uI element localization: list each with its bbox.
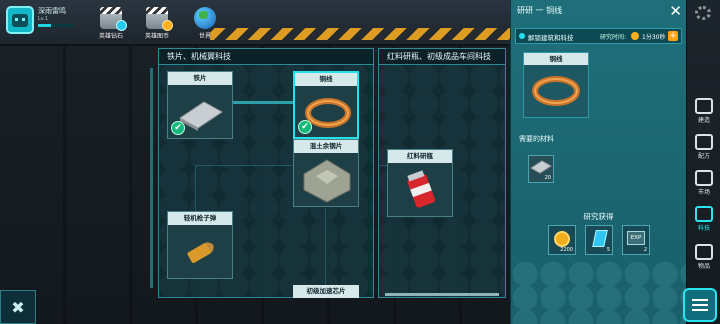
reward-title: 研究获得	[583, 212, 614, 221]
panel-title: 铁片、机械翼科技	[159, 49, 373, 65]
xp-bar	[38, 24, 74, 27]
completed-check-icon: ✔	[171, 121, 185, 135]
close-button[interactable]: ✕	[669, 2, 682, 20]
hazard-stripe	[210, 28, 510, 40]
player-avatar[interactable]	[6, 6, 34, 34]
iron-sheet-icon	[530, 160, 552, 174]
tech-node-accel-chip[interactable]: 初级加速芯片	[293, 285, 359, 299]
main-menu-button[interactable]	[683, 288, 717, 322]
reward-slot-crystal[interactable]: 5	[585, 225, 613, 255]
unlock-bar: 解锁建筑和科技 研究时间: 1分30秒 +	[515, 28, 682, 44]
game-screen: { "player": {"name": "深雨雷鸣", "level": "L…	[0, 0, 720, 324]
nav-tech[interactable]: 科技	[689, 206, 719, 232]
tree-scrollbar[interactable]	[150, 68, 153, 288]
research-time: 1分30秒	[642, 34, 666, 41]
close-icon: ✕	[669, 2, 682, 20]
clock-icon	[631, 32, 639, 40]
recipe-icon	[695, 134, 713, 150]
world-button[interactable]: 世界	[188, 7, 222, 40]
hex-pattern	[511, 262, 686, 324]
tech-panel-red-bottle: 红料研瓶、初级成品车间科技 红料研瓶	[378, 48, 506, 298]
materials-label: 需要的材料	[519, 135, 554, 143]
detail-panel: 研研 一 铜线 ✕ 解锁建筑和科技 研究时间: 1分30秒 + 铜线 需要的材料…	[510, 0, 686, 324]
tech-node-red-bottle[interactable]: 红料研瓶	[387, 149, 453, 217]
nav-recipe[interactable]: 配方	[689, 134, 719, 160]
reward-slot-exp[interactable]: EXP 2	[622, 225, 650, 255]
exp-chip-icon: EXP	[627, 231, 645, 245]
progress-strip	[385, 293, 499, 296]
panel-title: 红料研瓶、初级成品车间科技	[379, 49, 505, 65]
concrete-plate-icon	[300, 156, 352, 203]
selected-item-card: 铜线	[523, 52, 589, 118]
tech-node-copper-wire[interactable]: 铜线 ✔	[293, 71, 359, 139]
settings-icon[interactable]	[695, 6, 711, 20]
nav-market[interactable]: 市场	[689, 170, 719, 196]
hero-diamond-button[interactable]: 英雄钻石	[94, 7, 128, 40]
tech-node-concrete-plate[interactable]: 混土余钢片	[293, 139, 359, 207]
bullet-icon	[174, 228, 226, 274]
clapperboard-diamond-icon	[100, 7, 127, 31]
tree-link	[325, 209, 326, 285]
material-slot[interactable]: 20	[528, 155, 554, 183]
side-nav: 建造 配方 市场 科技 物品	[686, 0, 720, 324]
build-icon	[695, 98, 713, 114]
wrench-icon: ✖	[11, 297, 25, 317]
hero-coin-button[interactable]: 英雄图币	[140, 7, 174, 40]
speedup-plus-button[interactable]: +	[668, 31, 678, 41]
tech-panel-iron: 铁片、机械翼科技 铁片 ✔ 铜线 ✔ 混土余钢片 轻机枪子弹 初级加速芯片	[158, 48, 374, 298]
player-name: 深雨雷鸣	[38, 7, 66, 15]
nav-build[interactable]: 建造	[689, 98, 719, 124]
bullet-dot-icon	[519, 33, 525, 39]
copper-coil-icon	[528, 67, 584, 117]
tech-node-lmg-bullet[interactable]: 轻机枪子弹	[167, 211, 233, 279]
robot-face-icon	[12, 13, 28, 27]
top-bar: 深雨雷鸣 Lv.1 英雄钻石 英雄图币 世界	[0, 0, 510, 46]
wrench-tool-button[interactable]: ✖	[0, 290, 36, 324]
nav-items[interactable]: 物品	[689, 244, 719, 270]
blue-crystal-icon	[592, 230, 608, 247]
reward-slot-gold[interactable]: 2200	[548, 225, 576, 255]
tech-icon	[695, 206, 713, 222]
menu-list-icon	[692, 299, 708, 311]
tree-link	[233, 101, 293, 104]
red-bottle-icon	[394, 166, 446, 212]
completed-check-icon: ✔	[298, 120, 312, 134]
items-icon	[695, 244, 713, 260]
gold-coin-icon	[554, 231, 570, 247]
detail-title: 研研 一 铜线	[517, 6, 563, 15]
player-level: Lv.1	[38, 16, 49, 22]
globe-icon	[194, 7, 216, 29]
tree-link	[195, 165, 196, 215]
clapperboard-coin-icon	[146, 7, 173, 31]
tech-node-iron-sheet[interactable]: 铁片 ✔	[167, 71, 233, 139]
market-icon	[695, 170, 713, 186]
